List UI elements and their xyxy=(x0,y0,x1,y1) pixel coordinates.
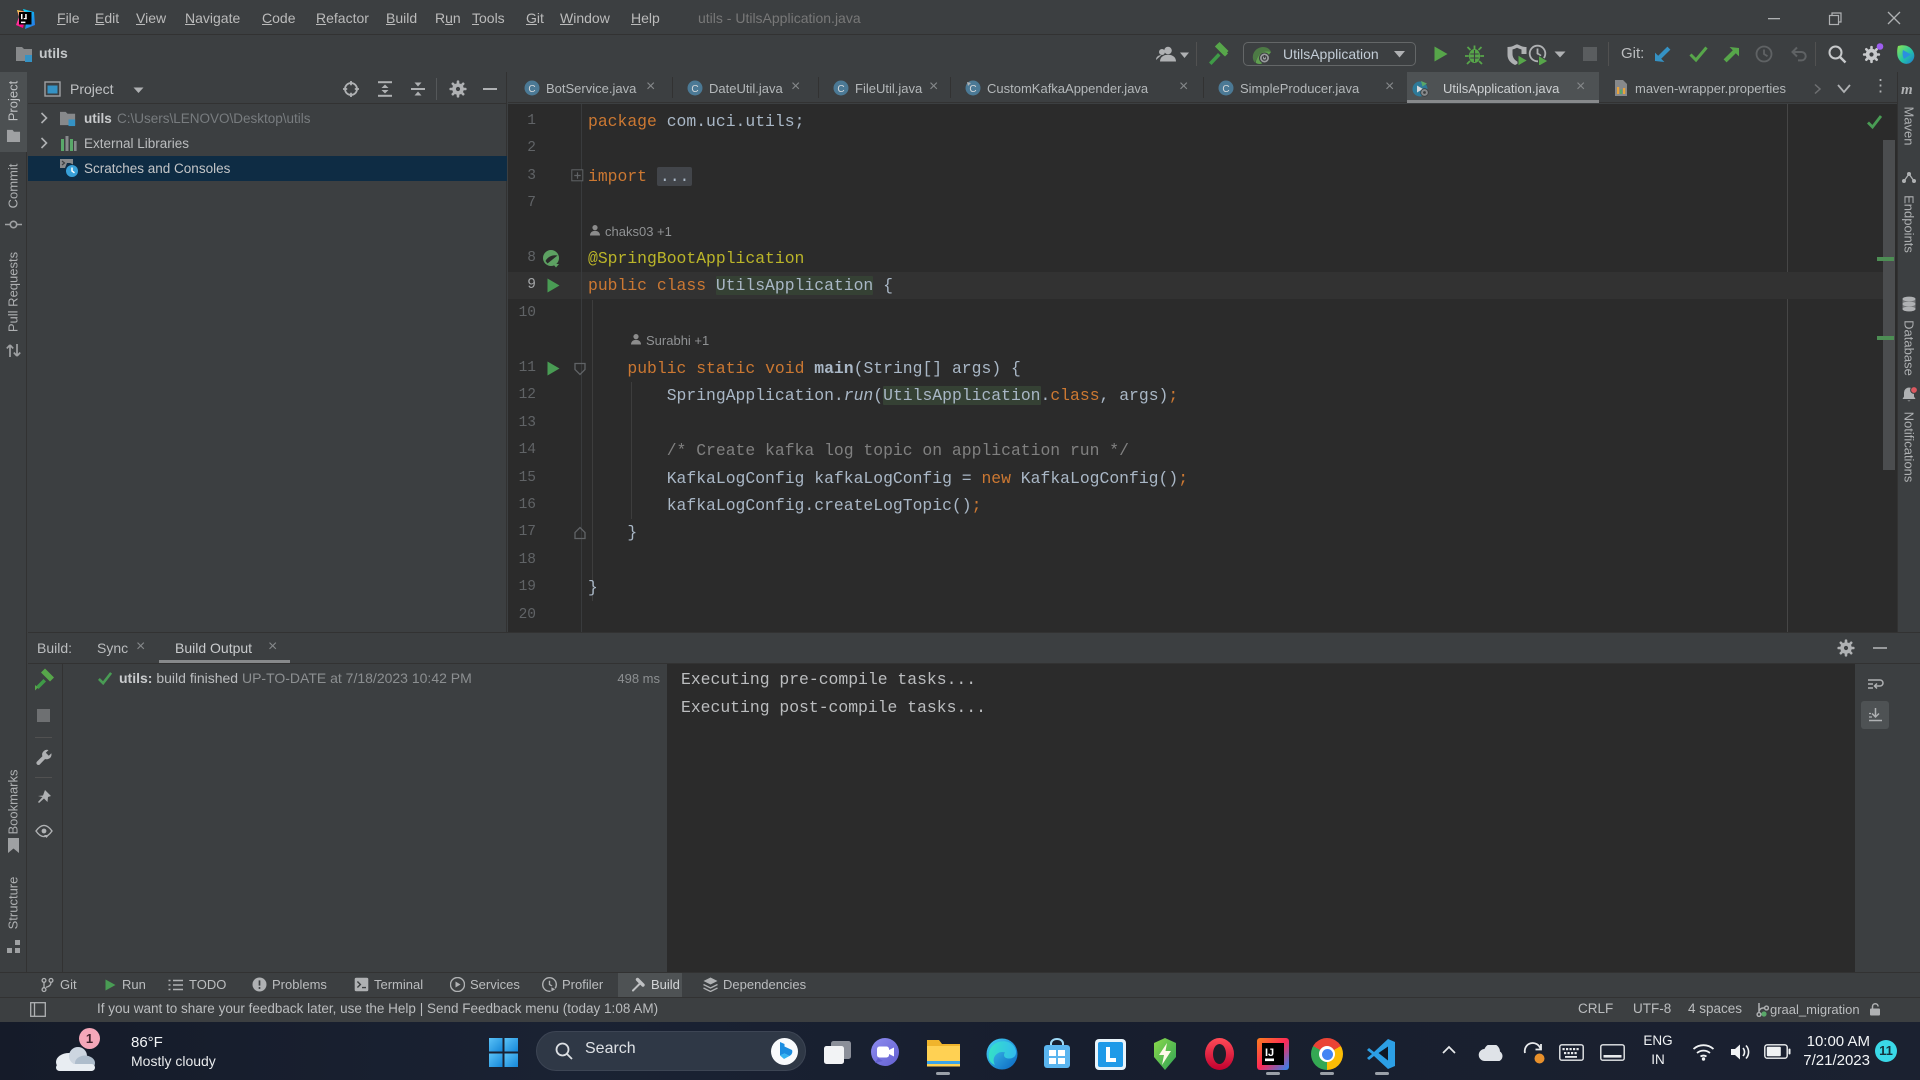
svg-text:C: C xyxy=(969,84,976,95)
svg-text:C: C xyxy=(691,84,698,95)
svg-text:C: C xyxy=(528,84,535,95)
svg-text:C: C xyxy=(837,84,844,95)
svg-text:C: C xyxy=(1222,84,1229,95)
svg-text:IJ: IJ xyxy=(1265,1047,1274,1059)
